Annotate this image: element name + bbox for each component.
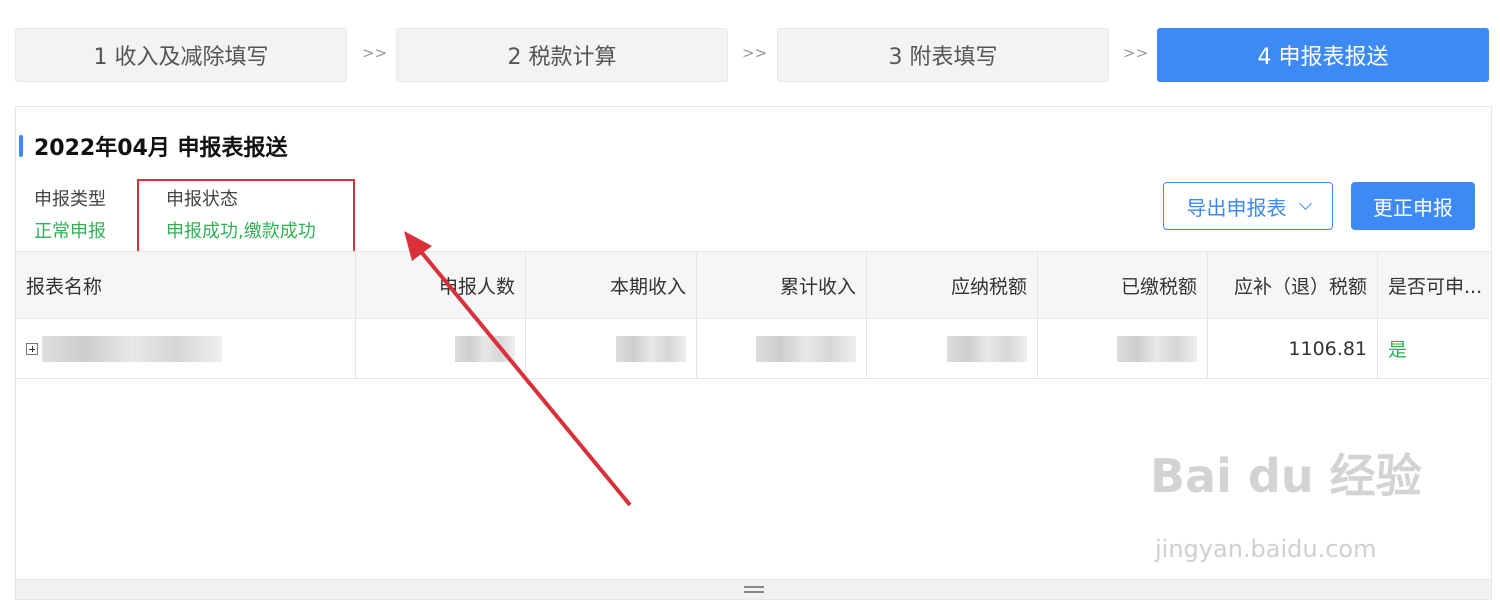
- redacted-text: [756, 335, 856, 362]
- correct-declaration-button[interactable]: 更正申报: [1351, 182, 1475, 230]
- step-separator: >>: [1123, 44, 1149, 62]
- col-tax-due[interactable]: 应补（退）税额: [1208, 252, 1378, 318]
- col-tax-paid[interactable]: 已缴税额: [1038, 252, 1208, 318]
- export-report-label: 导出申报表: [1186, 195, 1287, 220]
- expand-icon[interactable]: [26, 342, 38, 355]
- watermark-url: jingyan.baidu.com: [1155, 535, 1377, 563]
- export-report-button[interactable]: 导出申报表: [1163, 182, 1333, 230]
- resize-handle[interactable]: [16, 579, 1491, 599]
- tax-payable-cell: [867, 319, 1038, 378]
- step-tax-calc[interactable]: 2 税款计算: [396, 28, 728, 82]
- watermark-logo: Bai du 经验: [1150, 449, 1422, 503]
- col-report-name[interactable]: 报表名称: [16, 252, 356, 318]
- step-bar: 1 收入及减除填写 >> 2 税款计算 >> 3 附表填写 >> 4 申报表报送: [0, 0, 1500, 100]
- current-income-cell: [526, 319, 697, 378]
- page-title: 2022年04月 申报表报送: [34, 136, 288, 161]
- can-declare-cell: 是: [1388, 339, 1408, 361]
- step-separator: >>: [362, 44, 388, 62]
- col-tax-payable[interactable]: 应纳税额: [867, 252, 1038, 318]
- redacted-text: [42, 335, 222, 362]
- redacted-text: [1117, 335, 1197, 362]
- submission-panel: 2022年04月 申报表报送 申报类型 正常申报 申报状态 申报成功,缴款成功 …: [15, 106, 1492, 600]
- col-declarants[interactable]: 申报人数: [356, 252, 526, 318]
- step-attachment-label: 3 附表填写: [888, 45, 998, 70]
- step-tax-calc-label: 2 税款计算: [507, 45, 617, 70]
- declarants-cell: [356, 319, 526, 378]
- step-submit[interactable]: 4 申报表报送: [1157, 28, 1489, 82]
- step-income-label: 1 收入及减除填写: [93, 45, 269, 70]
- table-header: 报表名称 申报人数 本期收入 累计收入 应纳税额 已缴税额 应补（退）税额 是否…: [16, 251, 1491, 319]
- step-submit-label: 4 申报表报送: [1257, 45, 1389, 70]
- step-attachment[interactable]: 3 附表填写: [777, 28, 1109, 82]
- redacted-text: [616, 335, 686, 362]
- grip-icon[interactable]: [743, 586, 764, 593]
- col-current-income[interactable]: 本期收入: [526, 252, 697, 318]
- correct-declaration-label: 更正申报: [1373, 195, 1453, 220]
- report-name-cell: [16, 319, 356, 378]
- table-row[interactable]: 1106.81 是: [16, 319, 1491, 379]
- title-accent-bar: [19, 135, 23, 157]
- col-can-declare[interactable]: 是否可申...: [1378, 252, 1491, 318]
- redacted-text: [947, 335, 1027, 362]
- redacted-text: [455, 335, 515, 362]
- step-separator: >>: [742, 44, 768, 62]
- total-income-cell: [697, 319, 867, 378]
- step-income[interactable]: 1 收入及减除填写: [15, 28, 347, 82]
- declare-type-value: 正常申报: [34, 221, 106, 242]
- tax-due-cell: 1106.81: [1208, 319, 1378, 378]
- declare-type-label: 申报类型: [34, 189, 106, 210]
- chevron-down-icon: [1298, 196, 1312, 210]
- tax-paid-cell: [1038, 319, 1208, 378]
- col-total-income[interactable]: 累计收入: [697, 252, 867, 318]
